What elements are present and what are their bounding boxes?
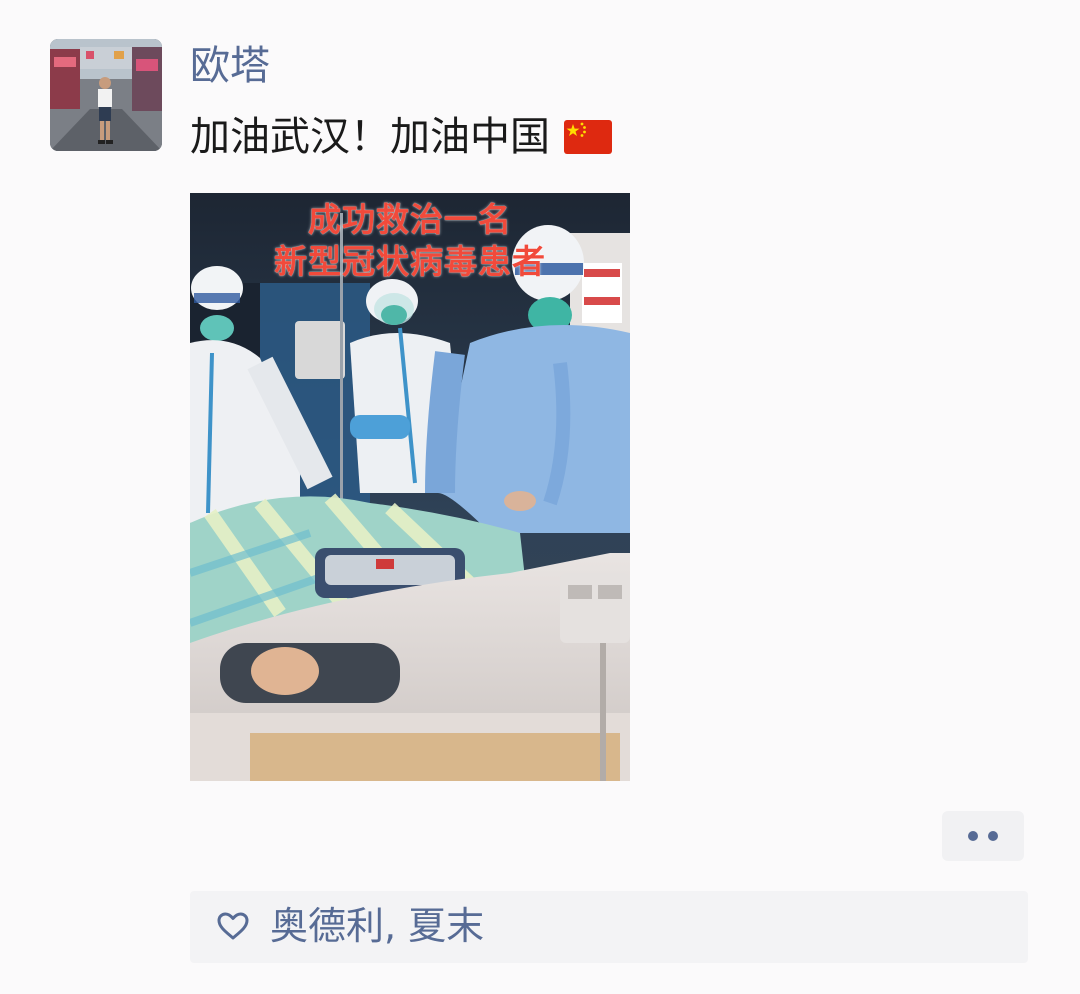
post-text: 加油武汉！加油中国 [190, 110, 612, 168]
avatar[interactable] [50, 39, 162, 151]
moments-post: 欧塔 加油武汉！加油中国 成功救治一名 新型冠状病毒患者 奥德利, 夏末 [0, 0, 1080, 994]
post-image[interactable]: 成功救治一名 新型冠状病毒患者 [190, 193, 630, 781]
china-flag-icon [564, 114, 612, 168]
image-caption-line2: 新型冠状病毒患者 [274, 242, 546, 281]
likes-bar: 奥德利, 夏末 [190, 891, 1028, 963]
author-name[interactable]: 欧塔 [190, 40, 270, 92]
more-dot [988, 831, 998, 841]
more-dots-icon[interactable] [942, 811, 1024, 861]
post-text-content: 加油武汉！加油中国 [190, 114, 550, 160]
image-caption-line1: 成功救治一名 [308, 200, 512, 239]
avatar-photo [50, 39, 162, 151]
heart-outline-icon [216, 911, 250, 945]
likes-names[interactable]: 奥德利, 夏末 [270, 900, 484, 952]
more-dot [968, 831, 978, 841]
